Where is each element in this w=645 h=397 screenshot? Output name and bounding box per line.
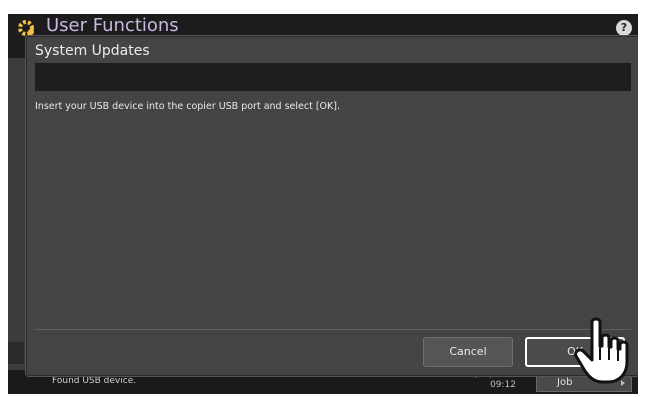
left-side-tab xyxy=(8,342,24,364)
app-title: User Functions xyxy=(46,15,179,36)
dialog-title: System Updates xyxy=(35,43,150,59)
device-screen: User Functions ? Found USB device. 09/10… xyxy=(8,14,638,394)
gear-icon xyxy=(18,20,34,36)
status-message: Found USB device. xyxy=(52,376,137,386)
dialog-header-strip xyxy=(35,63,631,91)
cancel-button[interactable]: Cancel xyxy=(423,337,513,367)
time-text: 09:12 xyxy=(490,380,516,390)
help-icon[interactable]: ? xyxy=(616,20,632,36)
system-updates-dialog: System Updates Insert your USB device in… xyxy=(26,36,638,376)
instruction-text: Insert your USB device into the copier U… xyxy=(35,101,340,112)
hand-pointer-icon xyxy=(574,317,629,384)
divider xyxy=(35,329,631,330)
